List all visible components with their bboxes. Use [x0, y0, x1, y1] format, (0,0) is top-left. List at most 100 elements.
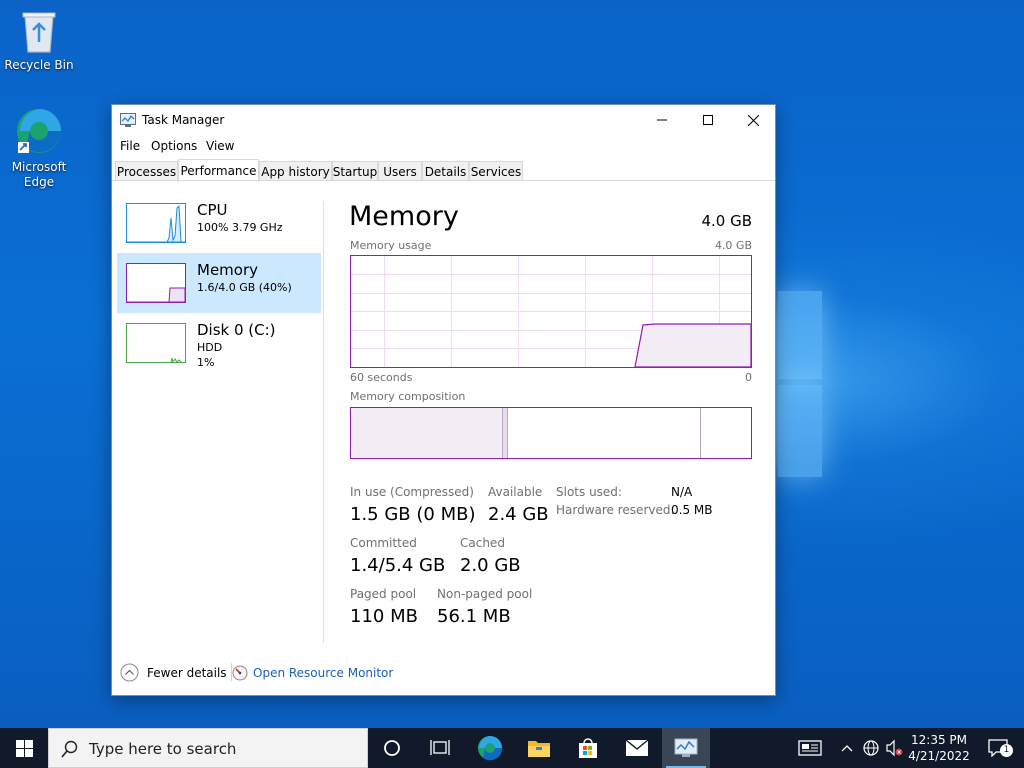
tab-processes[interactable]: Processes	[115, 161, 178, 181]
fewer-details-button[interactable]: Fewer details	[120, 663, 227, 682]
taskbar-search-box[interactable]: Type here to search	[48, 728, 368, 768]
news-widget-button[interactable]	[788, 728, 832, 768]
mail-icon	[625, 739, 649, 756]
show-hidden-icons-button[interactable]	[836, 728, 858, 768]
paged-pool-value: 110 MB	[350, 606, 418, 627]
memory-thumbnail-graph	[126, 263, 186, 303]
in-use-label: In use (Compressed)	[350, 485, 474, 499]
recycle-bin-icon	[22, 12, 56, 53]
sidebar-item-disk[interactable]: Disk 0 (C:) HDD 1%	[117, 313, 321, 373]
window-title: Task Manager	[142, 113, 225, 127]
cached-value: 2.0 GB	[460, 555, 521, 576]
disk-thumbnail-graph	[126, 323, 186, 364]
maximize-icon	[703, 115, 713, 125]
menu-file[interactable]: File	[120, 139, 140, 153]
committed-label: Committed	[350, 536, 417, 550]
tab-services[interactable]: Services	[469, 161, 523, 181]
in-use-value: 1.5 GB (0 MB)	[350, 504, 476, 525]
clock[interactable]: 12:35 PM 4/21/2022	[906, 732, 972, 764]
tab-app-history[interactable]: App history	[259, 161, 332, 181]
taskbar-store[interactable]	[564, 728, 612, 768]
composition-in-use	[351, 408, 503, 458]
fewer-details-label: Fewer details	[147, 665, 227, 680]
disk-mini-graph	[170, 357, 182, 364]
tab-startup[interactable]: Startup	[332, 161, 378, 181]
tab-performance[interactable]: Performance	[178, 159, 259, 182]
non-paged-pool-value: 56.1 MB	[437, 606, 511, 627]
paged-pool-label: Paged pool	[350, 587, 417, 601]
sidebar-cpu-title: CPU	[197, 201, 228, 219]
edge-label: Microsoft Edge	[11, 160, 67, 189]
edge-icon	[478, 736, 503, 761]
taskbar-edge[interactable]	[466, 728, 514, 768]
edge-icon	[17, 109, 61, 153]
title-bar[interactable]: Task Manager	[112, 105, 775, 135]
clock-time: 12:35 PM	[911, 733, 967, 747]
task-manager-icon	[674, 738, 698, 757]
task-view-icon	[430, 740, 450, 755]
volume-button[interactable]	[883, 728, 905, 768]
tab-users[interactable]: Users	[378, 161, 422, 181]
taskbar-file-explorer[interactable]	[515, 728, 563, 768]
menu-bar: File Options View	[112, 135, 775, 157]
menu-options[interactable]: Options	[151, 139, 197, 153]
action-center-button[interactable]: 1	[978, 728, 1018, 768]
panel-divider	[323, 201, 324, 643]
tab-strip: Processes Performance App history Startu…	[115, 159, 775, 182]
memory-composition-bar	[350, 407, 752, 459]
chevron-up-icon	[841, 745, 853, 752]
maximize-button[interactable]	[685, 105, 731, 135]
volume-muted-icon	[886, 739, 903, 757]
folder-icon	[528, 741, 550, 757]
network-globe-icon	[863, 740, 879, 756]
memory-usage-label: Memory usage	[350, 239, 432, 252]
hardware-reserved-value: 0.5 MB	[671, 503, 713, 517]
tab-details[interactable]: Details	[422, 161, 469, 181]
sidebar-disk-title: Disk 0 (C:)	[197, 321, 276, 339]
footer: Fewer details Open Resource Monitor	[112, 661, 775, 691]
close-icon	[747, 114, 759, 126]
clock-date: 4/21/2022	[908, 749, 970, 763]
available-value: 2.4 GB	[488, 504, 549, 525]
open-resource-monitor-link[interactable]: Open Resource Monitor	[232, 665, 393, 681]
sidebar-memory-title: Memory	[197, 261, 259, 279]
task-manager-app-icon	[120, 113, 136, 127]
chevron-up-circle-icon	[120, 663, 139, 682]
store-bag-icon	[579, 738, 597, 758]
cpu-mini-graph	[127, 204, 185, 243]
axis-left-label: 60 seconds	[350, 371, 413, 384]
axis-right-label: 0	[745, 371, 752, 384]
memory-mini-graph	[127, 287, 186, 303]
taskbar-task-manager[interactable]	[662, 728, 710, 768]
start-button[interactable]	[0, 728, 48, 768]
task-view-button[interactable]	[416, 728, 464, 768]
cortana-button[interactable]	[368, 728, 416, 768]
minimize-button[interactable]	[639, 105, 685, 135]
page-title: Memory	[349, 201, 459, 232]
memory-usage-chart	[351, 256, 751, 367]
memory-total: 4.0 GB	[701, 212, 752, 230]
close-button[interactable]	[730, 105, 776, 135]
sidebar-item-memory[interactable]: Memory 1.6/4.0 GB (40%)	[117, 253, 321, 313]
hardware-reserved-label: Hardware reserved:	[556, 503, 675, 517]
sidebar-disk-usage: 1%	[197, 356, 215, 369]
resource-monitor-icon	[232, 665, 248, 681]
menu-view[interactable]: View	[206, 139, 234, 153]
windows-start-icon	[15, 739, 33, 757]
tab-divider	[112, 180, 775, 181]
cortana-icon	[384, 740, 400, 756]
slots-used-label: Slots used:	[556, 485, 622, 499]
network-button[interactable]	[859, 728, 883, 768]
recycle-bin-label: Recycle Bin	[4, 58, 74, 72]
news-icon	[798, 740, 822, 756]
notification-count: 1	[1000, 744, 1013, 757]
non-paged-pool-label: Non-paged pool	[437, 587, 533, 601]
taskbar: Type here to search 12:35 PM 4/21/2022 1	[0, 728, 1024, 768]
desktop-icon-recycle-bin[interactable]: Recycle Bin	[1, 8, 77, 72]
search-placeholder: Type here to search	[89, 740, 237, 758]
sidebar-item-cpu[interactable]: CPU 100% 3.79 GHz	[117, 193, 321, 253]
taskbar-mail[interactable]	[613, 728, 661, 768]
task-manager-window: Task Manager File Options View Processes…	[111, 104, 776, 696]
desktop-icon-edge[interactable]: Microsoft Edge	[1, 106, 77, 190]
committed-value: 1.4/5.4 GB	[350, 555, 446, 576]
